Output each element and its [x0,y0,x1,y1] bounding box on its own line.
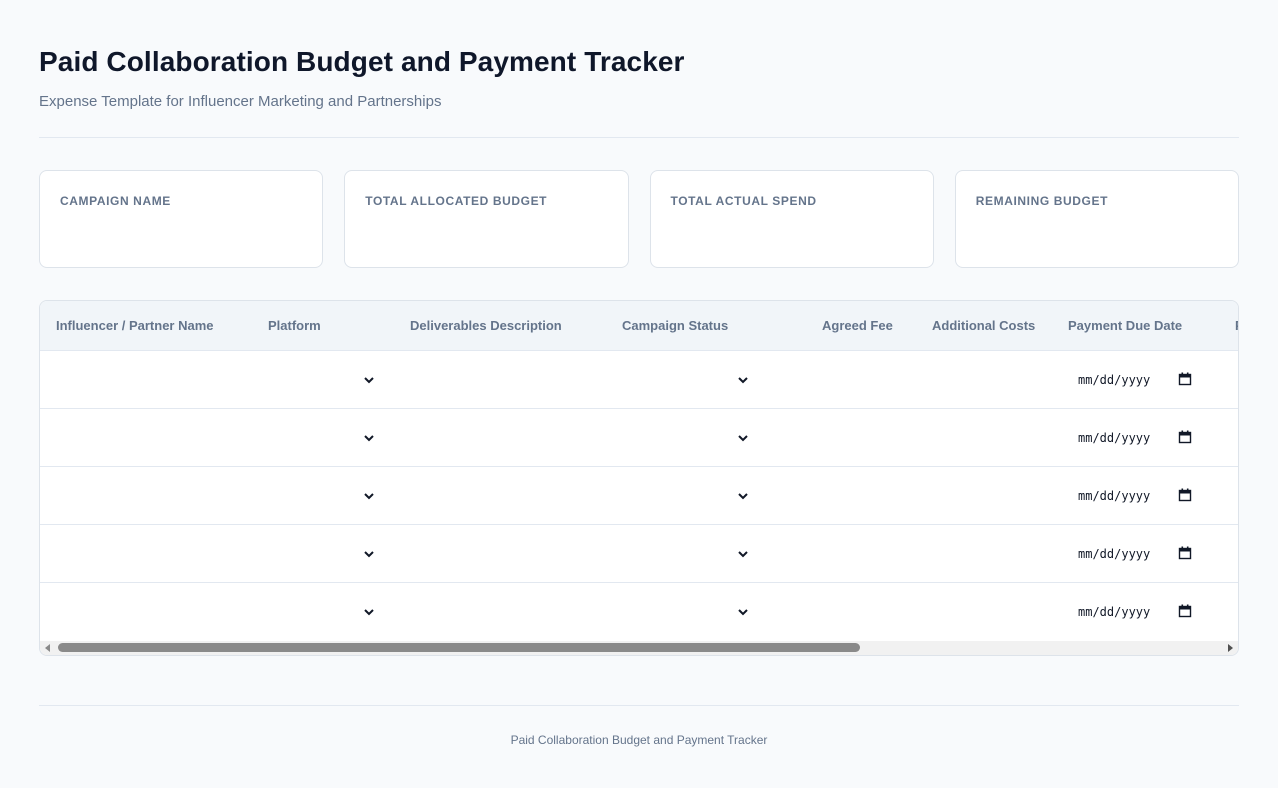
payment-due-date-input[interactable]: mm/dd/yyyy [1078,428,1150,448]
chevron-down-icon[interactable] [363,373,375,385]
deliverables-input[interactable] [394,525,606,583]
calendar-icon[interactable] [1178,430,1192,444]
calendar-icon[interactable] [1178,372,1192,386]
total-actual-spend-card[interactable]: TOTAL ACTUAL SPEND [649,170,934,268]
deliverables-input[interactable] [394,583,606,641]
table-body: mm/dd/yyyy mm/dd/yyyy mm/dd/yyyy mm/dd/yyyy… [40,351,1238,641]
agreed-fee-input[interactable] [806,583,916,641]
chevron-down-icon[interactable] [363,605,375,617]
header-divider [39,137,1239,138]
footer-text: Paid Collaboration Budget and Payment Tr… [510,733,768,747]
chevron-down-icon[interactable] [737,373,749,385]
table-row: mm/dd/yyyy [40,583,1238,641]
scrollbar-thumb[interactable] [58,643,860,652]
campaign-name-label: CAMPAIGN NAME [60,194,171,208]
scroll-right-arrow-icon[interactable] [1226,644,1234,652]
additional-costs-input[interactable] [916,351,1052,409]
deliverables-input[interactable] [394,467,606,525]
remaining-budget-label: REMAINING BUDGET [975,194,1109,208]
calendar-icon[interactable] [1178,488,1192,502]
column-header-truncated: P [1235,301,1238,351]
agreed-fee-input[interactable] [806,467,916,525]
scroll-left-arrow-icon[interactable] [44,644,52,652]
campaign-status-select[interactable] [606,525,806,583]
total-allocated-budget-label: TOTAL ALLOCATED BUDGET [365,194,548,208]
agreed-fee-input[interactable] [806,409,916,467]
table-header: Influencer / Partner Name Platform Deliv… [40,301,1238,351]
column-header-deliverables: Deliverables Description [410,318,562,333]
page-title: Paid Collaboration Budget and Payment Tr… [39,46,685,77]
partner-name-input[interactable] [40,583,252,641]
chevron-down-icon[interactable] [363,431,375,443]
campaign-status-select[interactable] [606,351,806,409]
campaign-status-select[interactable] [606,583,806,641]
tracker-table: Influencer / Partner Name Platform Deliv… [39,300,1239,656]
calendar-icon[interactable] [1178,546,1192,560]
partner-name-input[interactable] [40,467,252,525]
additional-costs-input[interactable] [916,467,1052,525]
payment-due-date-input[interactable]: mm/dd/yyyy [1078,544,1150,564]
column-header-additional-costs: Additional Costs [932,318,1036,333]
table-row: mm/dd/yyyy [40,409,1238,467]
page-subtitle: Expense Template for Influencer Marketin… [39,93,442,110]
chevron-down-icon[interactable] [363,547,375,559]
column-header-influencer-name: Influencer / Partner Name [56,318,214,333]
payment-due-date-input[interactable]: mm/dd/yyyy [1078,486,1150,506]
page: Paid Collaboration Budget and Payment Tr… [0,0,1278,788]
header: Paid Collaboration Budget and Payment Tr… [39,0,1239,138]
additional-costs-input[interactable] [916,583,1052,641]
chevron-down-icon[interactable] [737,547,749,559]
partner-name-input[interactable] [40,525,252,583]
partner-name-input[interactable] [40,409,252,467]
campaign-name-card[interactable]: CAMPAIGN NAME [39,170,324,268]
agreed-fee-input[interactable] [806,525,916,583]
additional-costs-input[interactable] [916,409,1052,467]
table-row: mm/dd/yyyy [40,525,1238,583]
horizontal-scrollbar[interactable] [40,641,1238,655]
column-header-campaign-status: Campaign Status [622,318,729,333]
footer-divider [39,705,1239,706]
chevron-down-icon[interactable] [737,431,749,443]
table-row: mm/dd/yyyy [40,351,1238,409]
payment-due-date-input[interactable]: mm/dd/yyyy [1078,370,1150,390]
summary-cards: CAMPAIGN NAME TOTAL ALLOCATED BUDGET TOT… [39,170,1239,268]
campaign-status-select[interactable] [606,467,806,525]
additional-costs-input[interactable] [916,525,1052,583]
column-header-platform: Platform [268,318,321,333]
deliverables-input[interactable] [394,409,606,467]
table-row: mm/dd/yyyy [40,467,1238,525]
column-header-payment-due-date: Payment Due Date [1068,318,1183,333]
payment-due-date-input[interactable]: mm/dd/yyyy [1078,602,1150,622]
chevron-down-icon[interactable] [363,489,375,501]
column-header-agreed-fee: Agreed Fee [822,318,893,333]
campaign-status-select[interactable] [606,409,806,467]
agreed-fee-input[interactable] [806,351,916,409]
partner-name-input[interactable] [40,351,252,409]
chevron-down-icon[interactable] [737,605,749,617]
total-actual-spend-label: TOTAL ACTUAL SPEND [670,194,817,208]
total-allocated-budget-card[interactable]: TOTAL ALLOCATED BUDGET [344,170,629,268]
deliverables-input[interactable] [394,351,606,409]
calendar-icon[interactable] [1178,604,1192,618]
remaining-budget-card[interactable]: REMAINING BUDGET [954,170,1239,268]
chevron-down-icon[interactable] [737,489,749,501]
